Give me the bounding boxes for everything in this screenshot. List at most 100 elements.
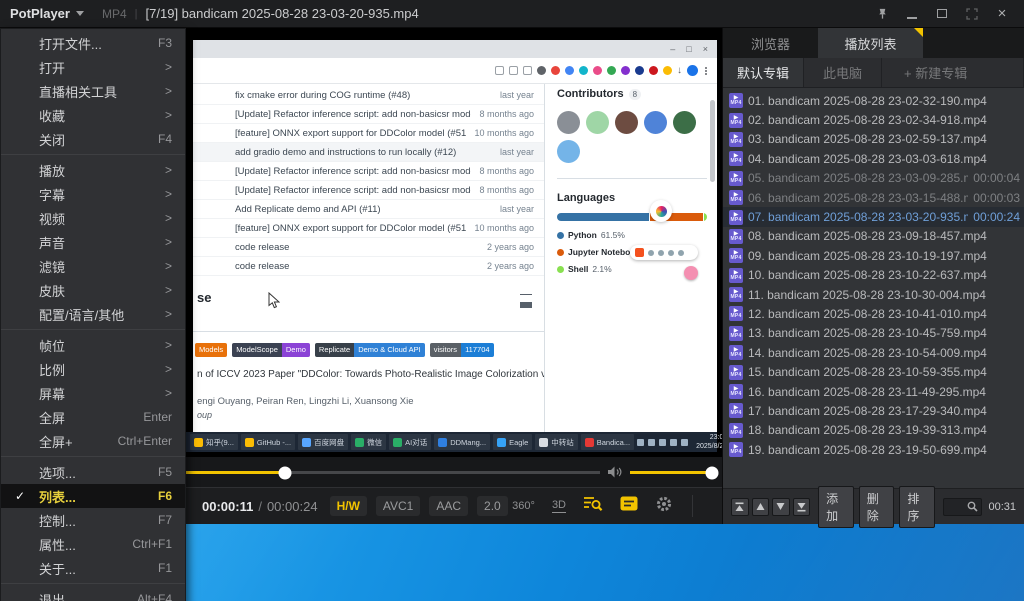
menu-item[interactable]: 帧位 > bbox=[1, 333, 185, 357]
playlist-item-name: 01. bandicam 2025-08-28 23-02-32-190.mp4 bbox=[748, 94, 987, 108]
playlist-item[interactable]: ▶ MP4 14. bandicam 2025-08-28 23-10-54-0… bbox=[723, 343, 1024, 362]
menu-item[interactable]: 全屏 Enter bbox=[1, 405, 185, 429]
playlist-item[interactable]: ▶ MP4 15. bandicam 2025-08-28 23-10-59-3… bbox=[723, 362, 1024, 381]
move-bottom-button[interactable] bbox=[793, 498, 811, 516]
menu-item[interactable]: 滤镜 > bbox=[1, 254, 185, 278]
menu-group-panels: 选项... F5 ✓ 列表... F6 控制... F7 属性... Ctrl+… bbox=[1, 460, 185, 580]
menu-item[interactable]: 收藏 > bbox=[1, 103, 185, 127]
outline-icon bbox=[520, 294, 532, 302]
playlist-item[interactable]: ▶ MP4 16. bandicam 2025-08-28 23-11-49-2… bbox=[723, 382, 1024, 401]
playlist-search-icon[interactable] bbox=[583, 495, 603, 517]
add-button[interactable]: 添加 bbox=[818, 486, 854, 528]
playlist-item[interactable]: ▶ MP4 02. bandicam 2025-08-28 23-02-34-9… bbox=[723, 110, 1024, 129]
commit-message: [Update] Refactor inference script: add … bbox=[235, 109, 471, 120]
video-3d-icon[interactable]: 3D bbox=[552, 499, 566, 513]
playlist-item[interactable]: ▶ MP4 05. bandicam 2025-08-28 23-03-09-2… bbox=[723, 169, 1024, 188]
menu-item[interactable]: 属性... Ctrl+F1 bbox=[1, 532, 185, 556]
app-menu-button[interactable]: PotPlayer bbox=[10, 6, 84, 21]
move-top-button[interactable] bbox=[731, 498, 749, 516]
playlist-item[interactable]: ▶ MP4 13. bandicam 2025-08-28 23-10-45-7… bbox=[723, 324, 1024, 343]
playlist-item[interactable]: ▶ MP4 07. bandicam 2025-08-28 23-03-20-9… bbox=[723, 207, 1024, 226]
playlist-item[interactable]: ▶ MP4 01. bandicam 2025-08-28 23-02-32-1… bbox=[723, 91, 1024, 110]
move-down-button[interactable] bbox=[772, 498, 790, 516]
playlist-search-input[interactable] bbox=[943, 498, 982, 516]
minimize-button[interactable] bbox=[904, 6, 920, 22]
menu-item[interactable]: 直播相关工具 > bbox=[1, 79, 185, 103]
menu-item[interactable]: 控制... F7 bbox=[1, 508, 185, 532]
move-up-button[interactable] bbox=[752, 498, 770, 516]
avatar bbox=[586, 111, 609, 134]
album-tab[interactable]: + 新建专辑 bbox=[882, 58, 1024, 87]
group-line: oup bbox=[193, 410, 544, 420]
playlist-tab[interactable]: 浏览器 bbox=[723, 28, 818, 58]
language-dot bbox=[557, 249, 564, 256]
speaker-icon[interactable] bbox=[607, 465, 623, 484]
playlist-item[interactable]: ▶ MP4 12. bandicam 2025-08-28 23-10-41-0… bbox=[723, 304, 1024, 323]
menu-item[interactable]: ✓ 列表... F6 bbox=[1, 484, 185, 508]
recorded-taskbar: 知乎(9... GitHub -... 百度网盘 bbox=[186, 432, 717, 452]
taskbar-app: 知乎(9... bbox=[190, 434, 238, 450]
sidepanel-icon bbox=[495, 66, 504, 75]
playlist-item[interactable]: ▶ MP4 10. bandicam 2025-08-28 23-10-22-6… bbox=[723, 266, 1024, 285]
search-icon bbox=[967, 501, 978, 512]
playlist-item[interactable]: ▶ MP4 09. bandicam 2025-08-28 23-10-19-1… bbox=[723, 246, 1024, 265]
settings-gear-icon[interactable] bbox=[655, 495, 673, 518]
playlist-tab[interactable]: 播放列表 bbox=[818, 28, 923, 58]
playlist-item[interactable]: ▶ MP4 06. bandicam 2025-08-28 23-03-15-4… bbox=[723, 188, 1024, 207]
maximize-button[interactable] bbox=[934, 6, 950, 22]
seek-thumb[interactable] bbox=[279, 466, 292, 479]
mp4-file-icon: ▶ MP4 bbox=[729, 268, 743, 283]
playlist-item[interactable]: ▶ MP4 18. bandicam 2025-08-28 23-19-39-3… bbox=[723, 421, 1024, 440]
menu-item[interactable]: 打开文件... F3 bbox=[1, 31, 185, 55]
control-icons: 360° 3D bbox=[512, 495, 722, 518]
volume-thumb[interactable] bbox=[706, 466, 719, 479]
video-360-icon[interactable]: 360° bbox=[512, 500, 535, 512]
playlist-item[interactable]: ▶ MP4 17. bandicam 2025-08-28 23-17-29-3… bbox=[723, 401, 1024, 420]
album-tab[interactable]: 此电脑 bbox=[804, 58, 882, 87]
volume-slider[interactable] bbox=[630, 471, 712, 474]
menu-item[interactable]: 打开 > bbox=[1, 55, 185, 79]
playlist-item[interactable]: ▶ MP4 08. bandicam 2025-08-28 23-09-18-4… bbox=[723, 227, 1024, 246]
menu-item[interactable]: 配置/语言/其他 > bbox=[1, 302, 185, 326]
sort-button[interactable]: 排序 bbox=[899, 486, 935, 528]
album-tab[interactable]: 默认专辑 bbox=[723, 58, 804, 87]
playlist-item[interactable]: ▶ MP4 04. bandicam 2025-08-28 23-03-03-6… bbox=[723, 149, 1024, 168]
sidebar-divider bbox=[557, 178, 707, 179]
file-type-label: MP4 bbox=[102, 7, 127, 21]
extension-icon bbox=[593, 66, 602, 75]
playlist-item[interactable]: ▶ MP4 11. bandicam 2025-08-28 23-10-30-0… bbox=[723, 285, 1024, 304]
playlist-item-name: 13. bandicam 2025-08-28 23-10-45-759.mp4 bbox=[748, 326, 987, 340]
menu-item[interactable]: 关闭 F4 bbox=[1, 127, 185, 151]
fullscreen-expand-icon[interactable] bbox=[964, 6, 980, 22]
commit-message: fix cmake error during COG runtime (#48) bbox=[235, 90, 492, 101]
mp4-file-icon: ▶ MP4 bbox=[729, 423, 743, 438]
playlist-item[interactable]: ▶ MP4 19. bandicam 2025-08-28 23-19-50-6… bbox=[723, 440, 1024, 459]
menu-item[interactable]: 比例 > bbox=[1, 357, 185, 381]
menu-item-shortcut: > bbox=[165, 386, 172, 400]
menu-item[interactable]: 视频 > bbox=[1, 206, 185, 230]
volume-fill bbox=[630, 471, 712, 474]
commit-message: [Update] Refactor inference script: add … bbox=[235, 166, 471, 177]
menu-item[interactable]: 播放 > bbox=[1, 158, 185, 182]
menu-item-label: 配置/语言/其他 bbox=[39, 305, 165, 324]
subtitle-panel-icon[interactable] bbox=[620, 496, 638, 516]
commit-row: fix cmake error during COG runtime (#48)… bbox=[193, 86, 544, 105]
commit-date: 10 months ago bbox=[474, 223, 534, 233]
menu-item-label: 视频 bbox=[39, 209, 165, 228]
menu-item-label: 帧位 bbox=[39, 336, 165, 355]
menu-item[interactable]: 屏幕 > bbox=[1, 381, 185, 405]
close-button[interactable]: × bbox=[994, 6, 1010, 22]
chevron-down-icon bbox=[76, 11, 84, 16]
menu-item[interactable]: 字幕 > bbox=[1, 182, 185, 206]
menu-item[interactable]: 声音 > bbox=[1, 230, 185, 254]
delete-button[interactable]: 删除 bbox=[859, 486, 895, 528]
pin-icon[interactable] bbox=[874, 6, 890, 22]
language-legend-item: Python 61.5% bbox=[557, 230, 625, 240]
menu-item[interactable]: 退出 Alt+F4 bbox=[1, 587, 185, 601]
menu-item[interactable]: 关于... F1 bbox=[1, 556, 185, 580]
menu-item[interactable]: 全屏+ Ctrl+Enter bbox=[1, 429, 185, 453]
playlist-item[interactable]: ▶ MP4 03. bandicam 2025-08-28 23-02-59-1… bbox=[723, 130, 1024, 149]
menu-item[interactable]: 皮肤 > bbox=[1, 278, 185, 302]
menu-item[interactable]: 选项... F5 bbox=[1, 460, 185, 484]
commit-message: [feature] ONNX export support for DDColo… bbox=[235, 128, 466, 139]
